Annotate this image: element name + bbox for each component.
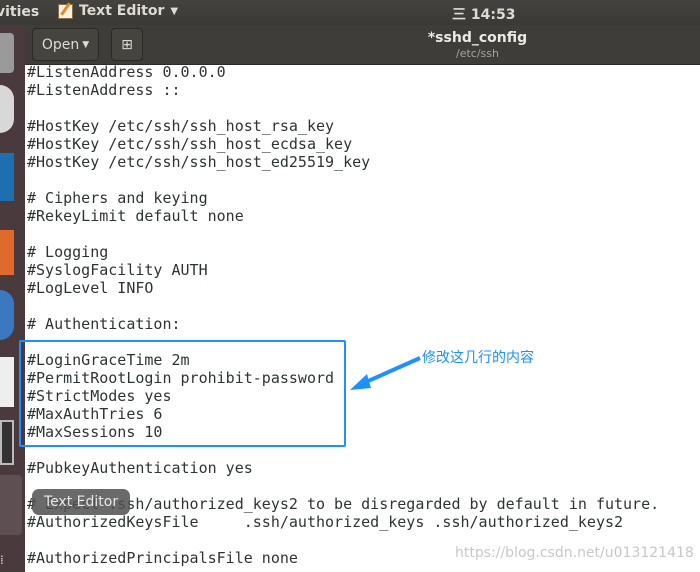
app-menu-label: Text Editor	[79, 3, 165, 19]
code-line: # Authentication:	[27, 315, 181, 333]
code-line: #HostKey /etc/ssh/ssh_host_rsa_key	[27, 117, 335, 135]
code-line: # Logging	[27, 243, 109, 261]
impress-icon[interactable]	[0, 230, 14, 275]
code-line: #RekeyLimit default none	[27, 207, 244, 225]
app-menu[interactable]: Text Editor ▼	[58, 3, 178, 19]
code-line: #AuthorizedKeysFile .ssh/authorized_keys…	[27, 513, 624, 531]
code-line: #ListenAddress ::	[27, 81, 181, 99]
code-line: #HostKey /etc/ssh/ssh_host_ecdsa_key	[27, 135, 353, 153]
highlight-box	[19, 340, 346, 447]
code-line: #HostKey /etc/ssh/ssh_host_ed25519_key	[27, 153, 371, 171]
code-line: # Ciphers and keying	[27, 189, 208, 207]
help-icon[interactable]	[0, 290, 14, 340]
activities-button[interactable]: vities	[0, 4, 39, 20]
text-editor-launcher-icon[interactable]	[0, 475, 22, 535]
launcher: ⁞	[0, 25, 25, 572]
text-editor-icon	[58, 3, 73, 19]
code-line: #PubkeyAuthentication yes	[27, 459, 253, 477]
files-icon[interactable]	[0, 33, 14, 73]
writer-icon[interactable]	[0, 153, 14, 201]
watermark: https://blog.csdn.net/u013121418	[455, 545, 694, 561]
chevron-down-icon: ▼	[170, 5, 179, 17]
document-title: *sshd_config	[427, 30, 528, 46]
annotation-text: 修改这几行的内容	[422, 350, 534, 366]
launcher-tooltip: Text Editor	[32, 489, 130, 515]
rhythmbox-icon[interactable]	[0, 85, 14, 133]
document-path: /etc/ssh	[456, 47, 499, 60]
code-line: #AuthorizedPrincipalsFile none	[27, 549, 298, 567]
code-line: #LogLevel INFO	[27, 279, 154, 297]
code-line: #ListenAddress 0.0.0.0	[27, 63, 226, 81]
amazon-icon[interactable]	[0, 357, 14, 407]
arrow-icon	[350, 356, 421, 390]
terminal-icon[interactable]	[0, 420, 14, 465]
code-line: #SyslogFacility AUTH	[27, 261, 208, 279]
clock[interactable]: 三 14:53	[452, 4, 515, 24]
show-apps-icon[interactable]: ⁞	[0, 553, 4, 567]
header-bar: Open ▼ ⊞ *sshd_config /etc/ssh	[25, 25, 700, 65]
top-bar: vities Text Editor ▼ 三 14:53	[0, 0, 700, 25]
